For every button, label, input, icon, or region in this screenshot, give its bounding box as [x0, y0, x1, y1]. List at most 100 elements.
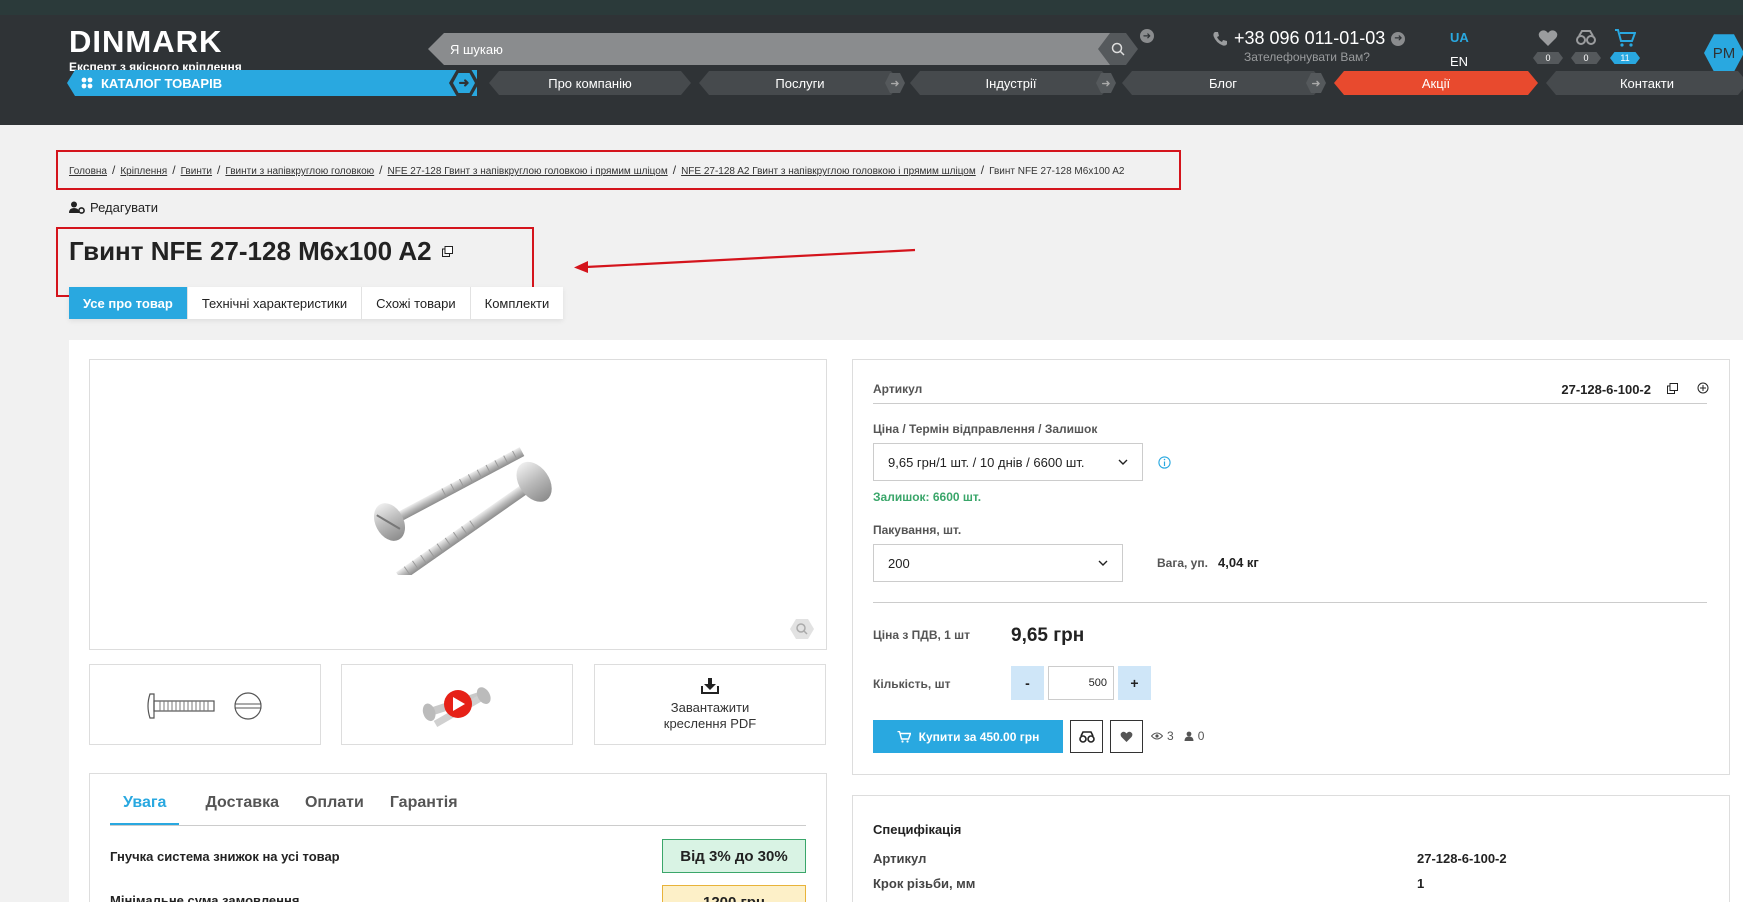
- info-box: Увага Доставка Оплати Гарантія Гнучка си…: [89, 773, 827, 902]
- price-value: 9,65 грн: [1011, 625, 1085, 646]
- compare-icon: [1576, 30, 1596, 45]
- info-tab-attention[interactable]: Увага: [110, 794, 180, 825]
- chevron-down-icon: [1118, 459, 1128, 465]
- cart-count: 11: [1610, 52, 1640, 64]
- qty-minus-button[interactable]: -: [1011, 666, 1044, 700]
- wishlist[interactable]: 0: [1528, 29, 1568, 66]
- search-go-icon[interactable]: ➜: [1140, 29, 1154, 43]
- heart-icon: [1538, 30, 1558, 46]
- lang-en[interactable]: EN: [1450, 54, 1468, 69]
- edit-label: Редагувати: [90, 200, 159, 215]
- article-value: 27-128-6-100-2: [1561, 382, 1651, 397]
- screw-drawing-image: [147, 692, 262, 720]
- spec-value-thread-pitch: 1: [1417, 876, 1425, 891]
- thumb-drawing[interactable]: [89, 664, 321, 745]
- video-thumbnail-image: [422, 687, 491, 728]
- discount-badge: Від 3% до 30%: [662, 839, 806, 873]
- avatar[interactable]: PM: [1704, 34, 1743, 72]
- cart-icon: [1615, 29, 1636, 47]
- min-order-badge: 1200 грн: [662, 885, 806, 902]
- phone-arrow-icon: ➜: [1391, 31, 1406, 46]
- add-circle-icon[interactable]: [1697, 382, 1709, 394]
- cart[interactable]: 11: [1605, 29, 1645, 66]
- zoom-icon[interactable]: [790, 619, 814, 639]
- annotation-arrow: [574, 248, 916, 273]
- catalog-button[interactable]: КАТАЛОГ ТОВАРІВ: [67, 70, 477, 96]
- search-icon: [1111, 42, 1125, 56]
- product-stats: 3 0: [1151, 729, 1204, 743]
- qty-plus-button[interactable]: +: [1118, 666, 1151, 700]
- nav-services[interactable]: Послуги: [699, 71, 901, 95]
- spec-label-thread-pitch: Крок різьби, мм: [873, 876, 976, 891]
- phone-icon: [1213, 31, 1227, 46]
- pack-label: Пакування, шт.: [873, 523, 962, 537]
- edit-link[interactable]: Редагувати: [69, 200, 158, 215]
- qty-input[interactable]: [1048, 666, 1114, 700]
- order-panel: Артикул 27-128-6-100-2 Ціна / Термін від…: [852, 359, 1730, 775]
- compare-button[interactable]: [1070, 720, 1103, 753]
- phone-number: +38 096 011-01-03: [1234, 28, 1386, 48]
- qty-label: Кількість, шт: [873, 677, 951, 691]
- user-gear-icon: [69, 201, 85, 214]
- wishlist-button[interactable]: [1110, 720, 1143, 753]
- download-pdf-button[interactable]: Завантажити креслення PDF: [594, 664, 826, 745]
- info-icon[interactable]: [1158, 456, 1171, 469]
- top-strip: [0, 0, 1743, 15]
- nav-promotions[interactable]: Акції: [1334, 71, 1538, 95]
- tab-kits[interactable]: Комплекти: [471, 287, 564, 319]
- chevron-down-icon: [1098, 560, 1108, 566]
- price-terms-select[interactable]: 9,65 грн/1 шт. / 10 днів / 6600 шт.: [873, 443, 1143, 481]
- min-order-label: Мінімальне сума замовлення: [110, 893, 300, 902]
- weight-label: Вага, уп.: [1157, 556, 1208, 570]
- pdf-label-1: Завантажити: [670, 699, 750, 715]
- stock-status: Залишок: 6600 шт.: [873, 490, 982, 504]
- annotation-box-breadcrumb: [56, 150, 1181, 190]
- arrow-right-icon: ➜: [453, 73, 475, 93]
- tab-similar[interactable]: Схожі товари: [362, 287, 471, 319]
- discount-label: Гнучка система знижок на усі товар: [110, 849, 340, 864]
- price-terms-value: 9,65 грн/1 шт. / 10 днів / 6600 шт.: [888, 454, 1085, 470]
- info-tab-payment[interactable]: Оплати: [305, 794, 364, 825]
- thumb-video[interactable]: [341, 664, 573, 745]
- specification-panel: Специфікація Артикул 27-128-6-100-2 Крок…: [852, 795, 1730, 902]
- tab-all-about[interactable]: Усе про товар: [69, 287, 188, 319]
- info-tab-delivery[interactable]: Доставка: [205, 794, 279, 825]
- compare-count: 0: [1571, 52, 1601, 64]
- nav-blog[interactable]: Блог: [1122, 71, 1324, 95]
- views-count: 3: [1167, 729, 1174, 743]
- info-tab-warranty[interactable]: Гарантія: [390, 794, 458, 825]
- weight-value: 4,04 кг: [1218, 555, 1259, 570]
- search-bar: [428, 33, 1118, 65]
- wishlist-count: 0: [1533, 52, 1563, 64]
- callback-link[interactable]: Зателефонувати Вам?: [1244, 50, 1370, 64]
- divider: [873, 602, 1707, 603]
- logo[interactable]: DINMARK Експерт з якісного кріплення: [69, 24, 242, 75]
- screws-image: [373, 447, 552, 575]
- grid-icon: [81, 77, 93, 89]
- cart-icon: [897, 730, 911, 743]
- catalog-label: КАТАЛОГ ТОВАРІВ: [101, 75, 223, 91]
- compare-icon: [1078, 730, 1095, 743]
- copy-article-icon[interactable]: [1667, 383, 1678, 394]
- product-image[interactable]: [89, 359, 827, 650]
- buy-button[interactable]: Купити за 450.00 грн: [873, 720, 1063, 753]
- users-count: 0: [1197, 729, 1205, 743]
- spec-title: Специфікація: [873, 822, 962, 837]
- divider: [873, 403, 1707, 404]
- search-input[interactable]: [450, 40, 1050, 58]
- tab-specs[interactable]: Технічні характеристики: [188, 287, 363, 319]
- product-tabs: Усе про товар Технічні характеристики Сх…: [69, 287, 564, 319]
- nav-industries[interactable]: Індустрії: [910, 71, 1112, 95]
- eye-icon: [1151, 732, 1163, 740]
- lang-ua[interactable]: UA: [1450, 30, 1469, 45]
- pack-value: 200: [888, 555, 910, 571]
- compare[interactable]: 0: [1566, 29, 1606, 66]
- spec-value-article: 27-128-6-100-2: [1417, 851, 1507, 866]
- nav-contacts[interactable]: Контакти: [1546, 71, 1743, 95]
- phone[interactable]: +38 096 011-01-03 ➜: [1212, 28, 1406, 49]
- pack-select[interactable]: 200: [873, 544, 1123, 582]
- nav-about[interactable]: Про компанію: [489, 71, 691, 95]
- logo-title: DINMARK: [69, 24, 223, 59]
- spec-label-article: Артикул: [873, 851, 927, 866]
- user-icon: [1184, 731, 1194, 741]
